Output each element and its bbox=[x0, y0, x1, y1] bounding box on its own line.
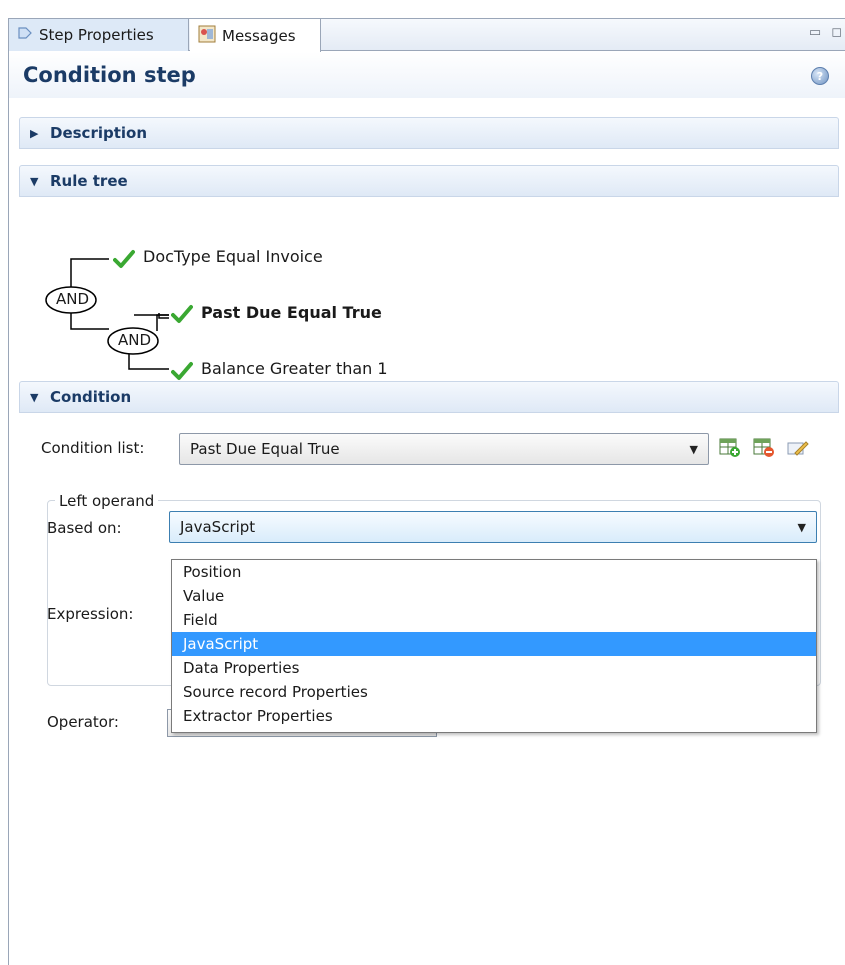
condition-list-label: Condition list: bbox=[41, 439, 145, 457]
tab-bar: Step Properties Messages ▭ ◻ bbox=[9, 19, 845, 52]
condition-list-value: Past Due Equal True bbox=[190, 440, 340, 458]
based-on-value: JavaScript bbox=[180, 518, 256, 536]
view-controls: ▭ ◻ bbox=[809, 25, 842, 40]
based-on-select[interactable]: JavaScript ▼ bbox=[169, 511, 817, 543]
chevron-down-icon: ▼ bbox=[797, 521, 806, 534]
rule-item[interactable]: DocType Equal Invoice bbox=[143, 247, 323, 266]
dropdown-option[interactable]: Source record Properties bbox=[172, 680, 816, 704]
left-operand-title: Left operand bbox=[55, 492, 159, 510]
tab-label: Messages bbox=[222, 26, 296, 45]
check-icon bbox=[171, 362, 193, 380]
minimize-icon[interactable]: ▭ bbox=[809, 25, 821, 40]
dropdown-option[interactable]: Position bbox=[172, 560, 816, 584]
section-condition[interactable]: ▼ Condition bbox=[19, 381, 839, 413]
and-operator[interactable]: AND bbox=[118, 331, 151, 349]
and-operator[interactable]: AND bbox=[56, 290, 89, 308]
section-title: Rule tree bbox=[50, 172, 128, 190]
form-header: Condition step ? bbox=[9, 52, 845, 98]
expanded-arrow-icon: ▼ bbox=[30, 390, 39, 404]
maximize-icon[interactable]: ◻ bbox=[831, 25, 842, 40]
messages-icon bbox=[198, 25, 216, 47]
rule-item-selected[interactable]: Past Due Equal True bbox=[201, 303, 382, 322]
check-icon bbox=[113, 250, 135, 268]
expanded-arrow-icon: ▼ bbox=[30, 174, 39, 188]
dropdown-option[interactable]: Field bbox=[172, 608, 816, 632]
step-properties-icon bbox=[17, 25, 33, 45]
condition-list-select[interactable]: Past Due Equal True ▼ bbox=[179, 433, 709, 465]
dropdown-option[interactable]: Data Properties bbox=[172, 656, 816, 680]
dropdown-option[interactable]: Value bbox=[172, 584, 816, 608]
help-icon[interactable]: ? bbox=[811, 67, 829, 85]
add-condition-icon[interactable] bbox=[719, 438, 741, 458]
step-properties-view: Step Properties Messages ▭ ◻ Condition s… bbox=[8, 18, 845, 965]
collapsed-arrow-icon: ▶ bbox=[30, 126, 39, 140]
check-icon bbox=[171, 305, 193, 323]
section-title: Condition bbox=[50, 388, 132, 406]
section-title: Description bbox=[50, 124, 148, 142]
remove-condition-icon[interactable] bbox=[753, 438, 775, 458]
section-rule-tree[interactable]: ▼ Rule tree bbox=[19, 165, 839, 197]
section-description[interactable]: ▶ Description bbox=[19, 117, 839, 149]
dropdown-option-selected[interactable]: JavaScript bbox=[172, 632, 816, 656]
based-on-dropdown-list: Position Value Field JavaScript Data Pro… bbox=[171, 559, 817, 733]
tab-messages[interactable]: Messages bbox=[190, 19, 321, 52]
tab-label: Step Properties bbox=[39, 26, 154, 44]
based-on-label: Based on: bbox=[47, 519, 122, 537]
dropdown-option[interactable]: Extractor Properties bbox=[172, 704, 816, 728]
operator-label: Operator: bbox=[47, 713, 119, 731]
page-title: Condition step bbox=[23, 63, 196, 87]
expression-label: Expression: bbox=[47, 605, 134, 623]
chevron-down-icon: ▼ bbox=[689, 443, 698, 456]
rule-item[interactable]: Balance Greater than 1 bbox=[201, 359, 388, 378]
edit-condition-icon[interactable] bbox=[787, 438, 809, 458]
tab-step-properties[interactable]: Step Properties bbox=[9, 19, 189, 51]
rule-tree: AND AND DocType Equal Invoice Past Due E… bbox=[9, 217, 429, 387]
